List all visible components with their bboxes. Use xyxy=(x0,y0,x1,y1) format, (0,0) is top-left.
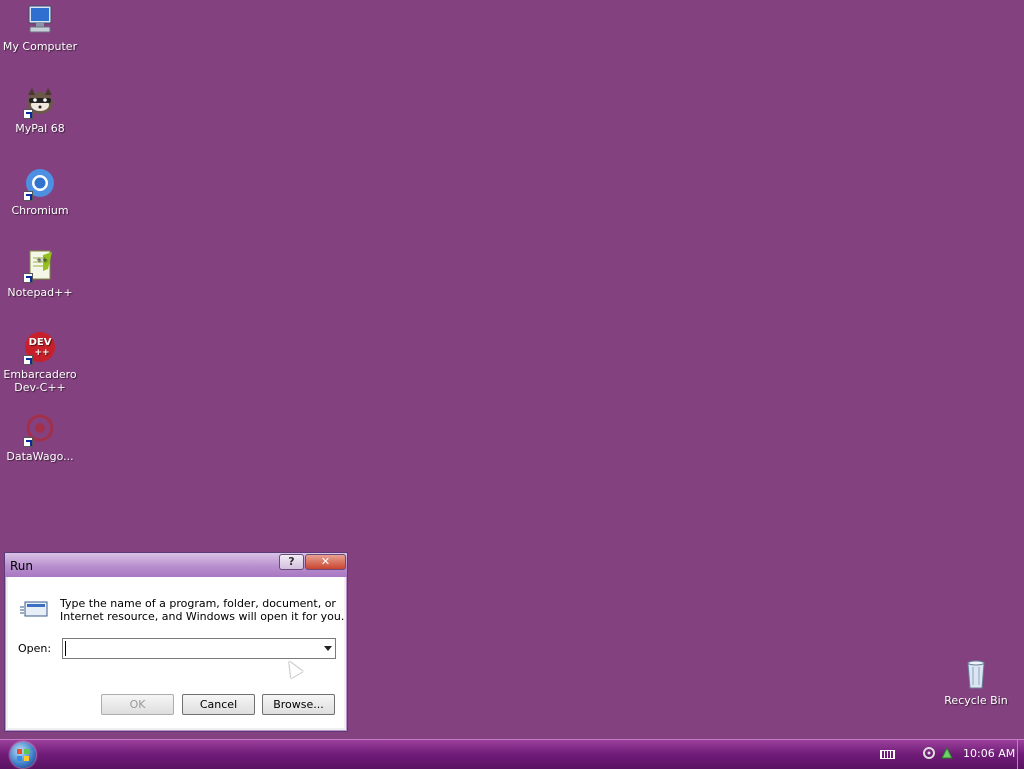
desktop-icon-label: Chromium xyxy=(11,204,69,217)
ok-button[interactable]: OK xyxy=(101,694,174,715)
browse-button[interactable]: Browse... xyxy=(262,694,335,715)
shortcut-arrow-icon xyxy=(23,273,33,283)
desktop-icon-label: MyPal 68 xyxy=(15,122,65,135)
show-desktop-button[interactable] xyxy=(1017,740,1024,769)
dialog-title: Run xyxy=(10,559,34,573)
open-input[interactable] xyxy=(65,641,319,656)
shortcut-arrow-icon xyxy=(23,191,33,201)
dialog-body: Type the name of a program, folder, docu… xyxy=(8,577,344,728)
shortcut-arrow-icon xyxy=(23,437,33,447)
chromium-icon xyxy=(23,167,57,201)
network-icon[interactable] xyxy=(922,746,936,760)
desktop-icon-recycle-bin[interactable]: Recycle Bin xyxy=(937,657,1015,707)
cancel-button[interactable]: Cancel xyxy=(182,694,255,715)
desktop-icon-label: Embarcadero xyxy=(3,368,77,381)
shortcut-arrow-icon xyxy=(23,355,33,365)
svg-text:DEV: DEV xyxy=(29,337,52,348)
run-dialog: Run ? ✕ Type the name of a program, fold… xyxy=(4,552,348,732)
close-button[interactable]: ✕ xyxy=(305,554,346,570)
safely-remove-icon[interactable] xyxy=(940,746,954,760)
clock[interactable]: 10:06 AM xyxy=(963,747,1015,760)
chevron-down-icon[interactable] xyxy=(324,646,332,651)
description-line: Internet resource, and Windows will open… xyxy=(60,610,345,623)
desktop-icon-mypal[interactable]: MyPal 68 xyxy=(1,85,79,135)
open-combobox[interactable] xyxy=(62,638,336,659)
keyboard-icon[interactable] xyxy=(880,750,895,759)
desktop-icon-chromium[interactable]: Chromium xyxy=(1,167,79,217)
svg-text:++: ++ xyxy=(36,256,48,264)
desktop-icon-dev-cpp[interactable]: DEV ++ Embarcadero Dev-C++ xyxy=(1,331,79,394)
desktop-icon-notepad-plus-plus[interactable]: ++ Notepad++ xyxy=(1,249,79,299)
shortcut-arrow-icon xyxy=(23,109,33,119)
windows-logo-icon xyxy=(17,749,29,761)
desktop-icon-datawagon[interactable]: DataWago... xyxy=(1,413,79,463)
recycle-bin-icon xyxy=(959,657,993,691)
mypal-icon xyxy=(23,85,57,119)
dialog-titlebar[interactable]: Run ? ✕ xyxy=(5,553,347,577)
open-label: Open: xyxy=(18,642,52,655)
run-icon xyxy=(20,599,50,619)
computer-icon xyxy=(23,3,57,37)
dev-cpp-icon: DEV ++ xyxy=(23,331,57,365)
desktop-icon-label: My Computer xyxy=(2,40,78,53)
svg-text:++: ++ xyxy=(34,348,49,358)
datawagon-icon xyxy=(23,413,57,447)
dialog-description: Type the name of a program, folder, docu… xyxy=(60,597,345,623)
notepad-plus-plus-icon: ++ xyxy=(23,249,57,283)
desktop-icon-label: Recycle Bin xyxy=(944,694,1008,707)
start-button[interactable] xyxy=(10,742,36,768)
desktop-icon-label: Notepad++ xyxy=(7,286,73,299)
description-line: Type the name of a program, folder, docu… xyxy=(60,597,336,610)
desktop-icon-label: Dev-C++ xyxy=(14,381,66,394)
desktop-icon-my-computer[interactable]: My Computer xyxy=(1,3,79,53)
desktop-icon-label: DataWago... xyxy=(6,450,74,463)
taskbar: 10:06 AM xyxy=(0,739,1024,769)
help-button[interactable]: ? xyxy=(279,554,304,570)
